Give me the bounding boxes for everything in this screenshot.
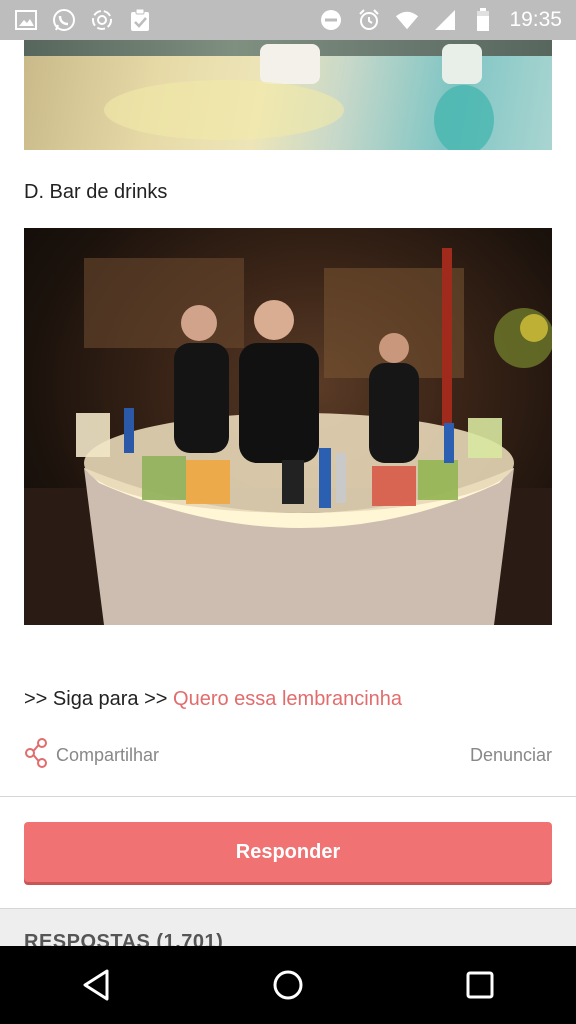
clipboard-check-icon: [128, 8, 152, 32]
home-icon[interactable]: [258, 955, 318, 1015]
gallery-icon: [14, 8, 38, 32]
answers-count-label: RESPOSTAS (1.701): [24, 931, 224, 946]
share-label: Compartilhar: [56, 744, 160, 765]
drink-bar-photo: [24, 228, 552, 625]
answers-section: RESPOSTAS (1.701): [0, 908, 576, 946]
back-icon[interactable]: [66, 955, 126, 1015]
section-label: D. Bar de drinks: [24, 181, 168, 203]
status-right-icons: 19:35: [319, 8, 562, 32]
battery-icon: [471, 8, 495, 32]
status-bar: 19:35: [0, 0, 576, 40]
do-not-disturb-icon: [319, 8, 343, 32]
recents-icon[interactable]: [450, 955, 510, 1015]
sync-app-icon: [90, 8, 114, 32]
report-link[interactable]: Denunciar: [470, 745, 552, 766]
post-content[interactable]: D. Bar de drinks >> Siga para >> Quero e…: [0, 40, 576, 946]
divider: [0, 796, 576, 797]
reply-button[interactable]: Responder: [24, 822, 552, 882]
follow-link[interactable]: Quero essa lembrancinha: [173, 688, 402, 710]
share-button[interactable]: Compartilhar: [24, 737, 160, 773]
navigation-bar: [0, 946, 576, 1024]
signal-icon: [433, 8, 457, 32]
whatsapp-icon: [52, 8, 76, 32]
clock-time: 19:35: [509, 8, 562, 31]
link-prefix: >> Siga para >>: [24, 688, 168, 710]
wifi-icon: [395, 8, 419, 32]
pool-photo: [24, 40, 552, 150]
follow-link-row: >> Siga para >> Quero essa lembrancinha: [24, 688, 402, 711]
alarm-icon: [357, 8, 381, 32]
status-left-icons: [14, 8, 152, 32]
post-actions: Compartilhar Denunciar: [24, 737, 552, 773]
share-icon: [24, 737, 48, 773]
